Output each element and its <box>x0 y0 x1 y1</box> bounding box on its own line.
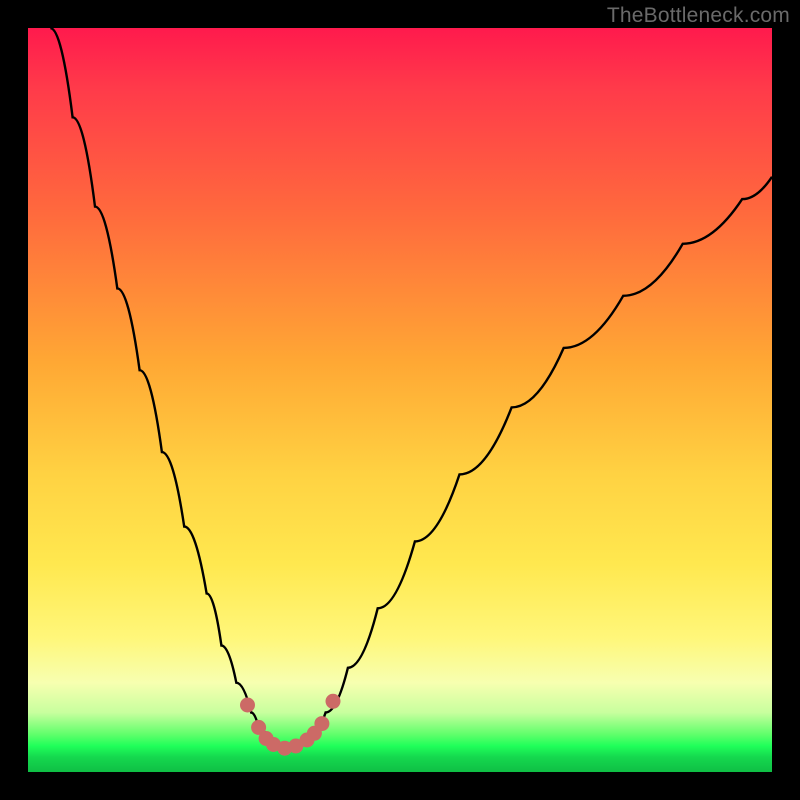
curve-marker <box>326 694 340 708</box>
bottleneck-curve <box>50 28 772 748</box>
watermark-text: TheBottleneck.com <box>607 4 790 28</box>
curve-marker <box>315 717 329 731</box>
curve-layer <box>28 28 772 772</box>
curve-marker <box>241 698 255 712</box>
plot-area <box>28 28 772 772</box>
chart-frame: TheBottleneck.com <box>0 0 800 800</box>
curve-markers <box>241 694 341 755</box>
